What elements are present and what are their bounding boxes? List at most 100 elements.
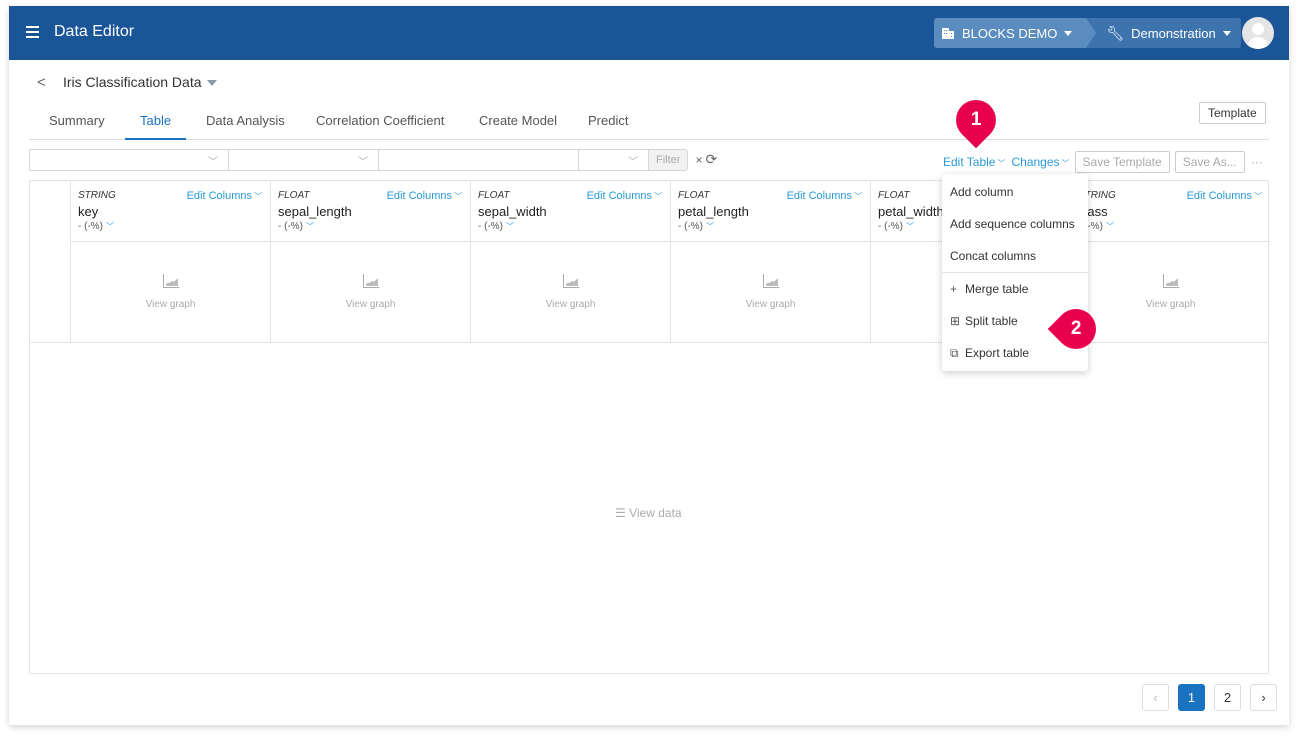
pagination: ‹ 1 2 › <box>1133 684 1277 711</box>
project-selector[interactable]: 🔧︎ Demonstration <box>1086 18 1241 48</box>
more-options-icon[interactable]: ··· <box>1251 155 1263 169</box>
changes-label: Changes <box>1011 155 1060 169</box>
prev-page-button[interactable]: ‹ <box>1142 684 1169 711</box>
filter-button[interactable]: Filter <box>649 149 689 171</box>
project-label: Demonstration <box>1131 25 1216 41</box>
stats-text: - (-%) <box>278 221 303 232</box>
tab-create-model[interactable]: Create Model <box>479 113 557 140</box>
chevron-down-icon: ﹀ <box>506 222 514 231</box>
filter-column-select[interactable]: ﹀ <box>29 149 229 171</box>
edit-table-button[interactable]: Edit Table ﹀ <box>943 155 1005 169</box>
column-name: key <box>78 204 99 219</box>
filter-value-input[interactable] <box>379 149 579 171</box>
stats-text: - (-%) <box>678 221 703 232</box>
area-chart-icon <box>363 274 379 288</box>
changes-button[interactable]: Changes ﹀ <box>1011 155 1069 169</box>
dataset-title[interactable]: Iris Classification Data <box>63 74 217 90</box>
edit-columns-button[interactable]: Edit Columns﹀ <box>1187 190 1262 202</box>
edit-columns-button[interactable]: Edit Columns﹀ <box>187 190 262 202</box>
building-icon <box>942 27 954 39</box>
view-graph-button[interactable]: View graph <box>1071 242 1270 342</box>
edit-columns-label: Edit Columns <box>186 190 252 202</box>
table-column: STRING key - (-%) ﹀ Edit Columns ﹀ View graph <box>70 181 270 343</box>
edit-columns-button[interactable]: Edit Columns﹀ <box>787 190 862 202</box>
top-bar: Data Editor BLOCKS DEMO 🔧︎ Demonstration <box>9 6 1289 60</box>
next-page-button[interactable]: › <box>1250 684 1277 711</box>
back-chevron-icon[interactable]: < <box>37 74 46 91</box>
column-name: petal_length <box>678 204 749 219</box>
page-button[interactable]: 2 <box>1214 684 1241 711</box>
dataset-title-text: Iris Classification Data <box>63 74 202 90</box>
column-header: FLOAT sepal_length - (-%) ﹀ Edit Columns ﹀ <box>271 181 470 242</box>
org-label: BLOCKS DEMO <box>962 25 1058 41</box>
column-stats[interactable]: - (-%) ﹀ <box>1078 221 1263 232</box>
view-graph-button[interactable]: View graph <box>671 242 870 342</box>
chevron-down-icon: ﹀ <box>654 192 662 201</box>
tab-bar: Summary Table Data Analysis Correlation … <box>29 106 1269 140</box>
user-avatar[interactable] <box>1242 17 1274 49</box>
menu-item-add-column[interactable]: Add column <box>942 176 1088 208</box>
view-data-label: View data <box>629 506 682 520</box>
export-icon: ⧉ <box>950 346 959 360</box>
chevron-down-icon: ﹀ <box>254 192 262 201</box>
edit-columns-label: Edit Columns <box>1186 190 1252 202</box>
save-template-button[interactable]: Save Template <box>1074 151 1170 173</box>
page-button[interactable]: 1 <box>1178 684 1205 711</box>
table-column: STRING class - (-%) ﹀ Edit Columns ﹀ View grap… <box>1070 181 1270 343</box>
column-header: STRING class - (-%) ﹀ Edit Columns ﹀ <box>1071 181 1270 242</box>
stats-text: - (-%) <box>478 221 503 232</box>
menu-item-concat-columns[interactable]: Concat columns <box>942 240 1088 272</box>
clear-filter-icon[interactable]: × <box>695 149 702 171</box>
caret-down-icon <box>206 80 217 87</box>
column-name: class <box>1078 204 1108 219</box>
chevron-down-icon: ﹀ <box>997 159 1006 168</box>
menu-item-label: Merge table <box>965 282 1029 296</box>
area-chart-icon <box>1163 274 1179 288</box>
tab-predict[interactable]: Predict <box>588 113 628 140</box>
column-name: sepal_length <box>278 204 352 219</box>
stats-text: - (-%) <box>78 221 103 232</box>
table-column: FLOAT sepal_width - (-%) ﹀ Edit Columns ﹀ View… <box>470 181 670 343</box>
view-graph-button[interactable]: View graph <box>271 242 470 342</box>
tab-summary[interactable]: Summary <box>49 113 105 140</box>
edit-columns-label: Edit Columns <box>786 190 852 202</box>
view-graph-label: View graph <box>145 299 196 310</box>
tab-data-analysis[interactable]: Data Analysis <box>206 113 285 140</box>
refresh-icon[interactable]: ⟳ <box>705 149 717 171</box>
chevron-down-icon: ﹀ <box>854 192 862 201</box>
column-stats[interactable]: - (-%) ﹀ <box>478 221 663 232</box>
edit-columns-button[interactable]: Edit Columns﹀ <box>387 190 462 202</box>
menu-item-add-sequence-columns[interactable]: Add sequence columns <box>942 208 1088 240</box>
save-as-button[interactable]: Save As... <box>1174 151 1245 173</box>
filter-condition-select[interactable]: ﹀ <box>579 149 649 171</box>
column-header: FLOAT petal_length - (-%) ﹀ Edit Columns ﹀ <box>671 181 870 242</box>
area-chart-icon <box>163 274 179 288</box>
caret-down-icon <box>1064 30 1073 36</box>
filter-operator-select[interactable]: ﹀ <box>229 149 379 171</box>
template-button[interactable]: Template <box>1199 102 1266 124</box>
area-chart-icon <box>763 274 779 288</box>
column-stats[interactable]: - (-%) ﹀ <box>678 221 863 232</box>
app-title: Data Editor <box>54 23 135 40</box>
tab-correlation-coefficient[interactable]: Correlation Coefficient <box>316 113 444 140</box>
edit-table-label: Edit Table <box>943 155 996 169</box>
view-graph-button[interactable]: View graph <box>71 242 270 342</box>
chevron-down-icon: ﹀ <box>208 157 218 168</box>
org-project-breadcrumb: BLOCKS DEMO 🔧︎ Demonstration <box>934 18 1241 48</box>
tab-table[interactable]: Table <box>125 113 187 140</box>
column-stats[interactable]: - (-%) ﹀ <box>78 221 263 232</box>
wrench-icon: 🔧︎ <box>1106 24 1125 41</box>
view-data-button[interactable]: ☰ View data <box>615 506 682 520</box>
org-selector[interactable]: BLOCKS DEMO <box>934 18 1097 48</box>
edit-columns-button[interactable]: Edit Columns﹀ <box>587 190 662 202</box>
column-stats[interactable]: - (-%) ﹀ <box>278 221 463 232</box>
hamburger-menu-icon[interactable] <box>26 26 39 38</box>
step-number: 2 <box>1070 317 1082 339</box>
chevron-down-icon: ﹀ <box>628 157 638 168</box>
chevron-down-icon: ﹀ <box>358 157 368 168</box>
chevron-down-icon: ﹀ <box>706 222 714 231</box>
view-graph-button[interactable]: View graph <box>471 242 670 342</box>
step-number: 1 <box>970 109 982 131</box>
edit-columns-label: Edit Columns <box>586 190 652 202</box>
menu-item-merge-table[interactable]: + Merge table <box>942 273 1088 305</box>
